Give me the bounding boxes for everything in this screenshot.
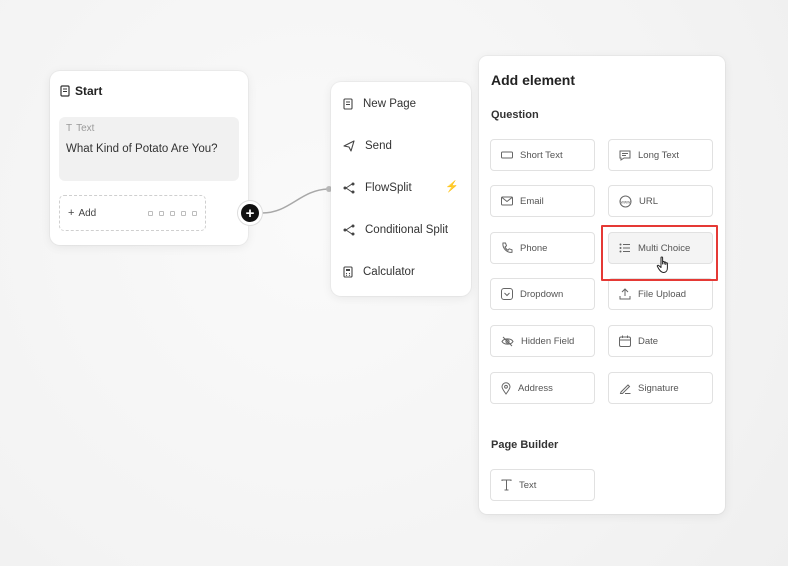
- menu-item-conditional-split[interactable]: Conditional Split: [343, 220, 448, 240]
- menu-item-label: Conditional Split: [365, 224, 449, 236]
- element-label: File Upload: [638, 288, 687, 300]
- dropdown-icon: [501, 288, 513, 300]
- add-button[interactable]: + Add: [68, 207, 96, 219]
- start-node-header: Start: [60, 84, 102, 98]
- add-button-label: Add: [78, 207, 97, 219]
- element-label: Email: [520, 195, 544, 207]
- phone-icon: [502, 242, 513, 253]
- start-node[interactable]: Start T Text What Kind of Potato Are You…: [50, 71, 248, 245]
- element-hidden-field[interactable]: Hidden Field: [490, 325, 595, 357]
- text-block[interactable]: T Text What Kind of Potato Are You?: [59, 117, 239, 181]
- element-label: Short Text: [520, 149, 563, 161]
- add-row-icons: [148, 210, 197, 216]
- page-icon: [60, 85, 70, 97]
- svg-text:www: www: [621, 199, 631, 204]
- upload-icon: [619, 288, 631, 300]
- step-menu: New Page Send FlowSplit ⚡ Conditional Sp…: [331, 82, 471, 296]
- hidden-icon: [501, 336, 514, 346]
- add-element-panel: Add element Question Short Text Long Tex…: [479, 56, 725, 514]
- menu-item-flowsplit[interactable]: FlowSplit: [343, 178, 412, 198]
- panel-title: Add element: [491, 72, 576, 88]
- hand-cursor-icon: [656, 256, 668, 273]
- element-label: Address: [518, 382, 553, 394]
- element-label: Long Text: [638, 149, 680, 161]
- text-icon: [501, 479, 512, 491]
- mini-icon[interactable]: [192, 210, 197, 216]
- page-icon: [343, 98, 353, 110]
- split-icon: [343, 182, 355, 194]
- start-node-title: Start: [75, 84, 103, 98]
- text-type-icon: T: [66, 123, 73, 134]
- element-long-text[interactable]: Long Text: [608, 139, 713, 171]
- element-phone[interactable]: Phone: [490, 232, 595, 264]
- url-icon: www: [619, 195, 632, 207]
- element-dropdown[interactable]: Dropdown: [490, 278, 595, 310]
- element-address[interactable]: Address: [490, 372, 595, 404]
- text-block-type-label: Text: [76, 123, 95, 134]
- mini-icon[interactable]: [181, 210, 186, 216]
- menu-item-calculator[interactable]: Calculator: [343, 262, 415, 282]
- element-label: Text: [519, 479, 537, 491]
- element-url[interactable]: www URL: [608, 185, 713, 217]
- calculator-icon: [343, 266, 353, 278]
- text-block-type: T Text: [66, 123, 232, 134]
- element-label: Date: [638, 335, 659, 347]
- element-file-upload[interactable]: File Upload: [608, 278, 713, 310]
- menu-item-label: Calculator: [363, 266, 415, 278]
- element-label: Phone: [520, 242, 548, 254]
- calendar-icon: [619, 335, 631, 347]
- element-label: Hidden Field: [521, 335, 575, 347]
- long-text-icon: [619, 150, 631, 161]
- menu-item-label: Send: [365, 140, 392, 152]
- menu-item-label: FlowSplit: [365, 182, 412, 194]
- element-label: Dropdown: [520, 288, 564, 300]
- add-step-button[interactable]: +: [238, 201, 262, 225]
- plus-icon: +: [245, 204, 255, 222]
- menu-item-new-page[interactable]: New Page: [343, 94, 416, 114]
- section-label-page-builder: Page Builder: [491, 439, 559, 451]
- split-icon: [343, 224, 355, 236]
- question-text: What Kind of Potato Are You?: [66, 143, 218, 155]
- element-signature[interactable]: Signature: [608, 372, 713, 404]
- send-icon: [343, 140, 355, 152]
- email-icon: [501, 196, 513, 206]
- element-page-text[interactable]: Text: [490, 469, 595, 501]
- mini-icon[interactable]: [159, 210, 164, 216]
- short-text-icon: [501, 151, 513, 159]
- element-label: URL: [639, 195, 659, 207]
- element-short-text[interactable]: Short Text: [490, 139, 595, 171]
- menu-item-label: New Page: [363, 98, 417, 110]
- mini-icon[interactable]: [148, 210, 153, 216]
- add-row: + Add: [59, 195, 206, 231]
- menu-item-send[interactable]: Send: [343, 136, 392, 156]
- location-icon: [501, 381, 511, 395]
- element-date[interactable]: Date: [608, 325, 713, 357]
- mini-icon[interactable]: [170, 210, 175, 216]
- signature-icon: [619, 384, 631, 394]
- lightning-icon: ⚡: [445, 181, 459, 193]
- section-label-question: Question: [491, 109, 539, 121]
- element-label: Signature: [638, 382, 679, 394]
- plus-icon: +: [68, 207, 75, 219]
- element-email[interactable]: Email: [490, 185, 595, 217]
